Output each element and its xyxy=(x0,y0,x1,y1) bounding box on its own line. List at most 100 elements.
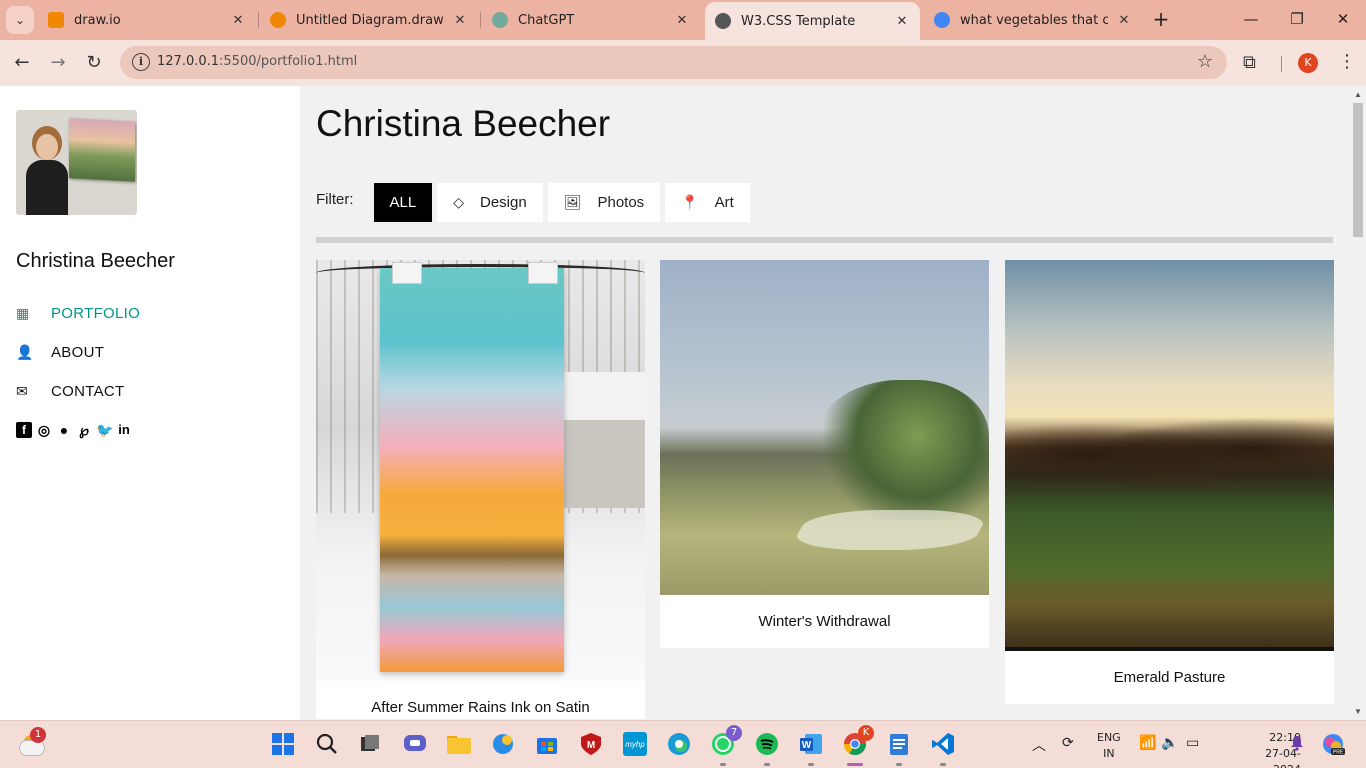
sidebar-item-contact[interactable]: ✉ CONTACT xyxy=(16,372,276,411)
scrollbar-thumb[interactable] xyxy=(1353,103,1363,237)
envelope-icon: ✉ xyxy=(16,383,29,399)
vscode-icon[interactable] xyxy=(930,731,956,757)
wifi-icon[interactable]: 📶 xyxy=(1139,735,1156,751)
filter-photos-button[interactable]: 🖼 Photos xyxy=(547,183,661,222)
filter-all-button[interactable]: ALL xyxy=(373,183,433,222)
site-info-icon[interactable]: i xyxy=(132,53,150,71)
drawio-favicon-icon xyxy=(48,12,64,28)
language-indicator[interactable]: ENG IN xyxy=(1097,730,1121,762)
artwork-image xyxy=(660,260,989,595)
tab-w3css-template[interactable]: W3.CSS Template ✕ xyxy=(705,2,920,40)
svg-text:M: M xyxy=(587,740,595,751)
minimize-button[interactable]: — xyxy=(1228,8,1274,30)
svg-text:myhp: myhp xyxy=(625,740,645,749)
tab-search-button[interactable]: ⌄ xyxy=(6,6,34,34)
snapchat-icon[interactable]: ● xyxy=(56,422,72,438)
battery-icon[interactable]: ▭ xyxy=(1186,735,1199,751)
filter-art-button[interactable]: 📍 Art xyxy=(665,183,750,222)
page-title: Christina Beecher xyxy=(316,103,611,144)
portfolio-card[interactable]: Emerald Pasture xyxy=(1005,260,1334,704)
extensions-puzzle-icon[interactable]: ⧉ xyxy=(1243,52,1256,73)
edge-icon[interactable] xyxy=(666,731,692,757)
bookmark-star-icon[interactable]: ☆ xyxy=(1197,51,1213,72)
spotify-icon[interactable] xyxy=(754,731,780,757)
diamond-icon: ◇ xyxy=(453,194,464,210)
scroll-down-arrow-icon[interactable]: ▼ xyxy=(1354,707,1362,716)
chatgpt-favicon-icon xyxy=(492,12,508,28)
sync-icon[interactable]: ⟳ xyxy=(1062,735,1074,751)
close-tab-icon[interactable]: ✕ xyxy=(452,13,468,28)
browser-tab-strip: ⌄ draw.io ✕ Untitled Diagram.drawio - d … xyxy=(0,0,1366,40)
whatsapp-icon[interactable]: 7 xyxy=(710,725,742,757)
portfolio-card[interactable]: After Summer Rains Ink on Satin xyxy=(316,260,645,719)
instagram-icon[interactable]: ◎ xyxy=(36,422,52,438)
globe-favicon-icon xyxy=(715,13,731,29)
user-icon: 👤 xyxy=(16,344,34,360)
weather-app-icon[interactable] xyxy=(490,731,516,757)
start-windows-icon[interactable] xyxy=(270,731,296,757)
close-window-button[interactable]: ✕ xyxy=(1320,8,1366,30)
address-bar[interactable]: i 127.0.0.1:5500/portfolio1.html ☆ xyxy=(120,46,1227,79)
forward-button[interactable]: → xyxy=(45,50,71,76)
main-content: Christina Beecher Filter: ALL ◇ Design 🖼… xyxy=(300,86,1350,720)
notification-bell-icon[interactable] xyxy=(1290,735,1304,751)
new-tab-button[interactable]: + xyxy=(1150,8,1172,30)
show-hidden-icons-chevron-icon[interactable]: ︿ xyxy=(1032,735,1046,755)
word-icon[interactable]: W xyxy=(798,731,824,757)
profile-avatar[interactable]: K xyxy=(1298,53,1318,73)
chrome-icon[interactable]: K xyxy=(842,725,874,757)
search-icon[interactable] xyxy=(314,731,340,757)
close-tab-icon[interactable]: ✕ xyxy=(230,13,246,28)
mcafee-icon[interactable]: M xyxy=(578,731,604,757)
section-divider xyxy=(316,237,1333,243)
twitter-icon[interactable]: 🐦 xyxy=(96,422,113,438)
microsoft-store-icon[interactable] xyxy=(534,731,560,757)
tab-title: what vegetables that can gr xyxy=(960,12,1108,28)
linkedin-icon[interactable]: in xyxy=(116,422,132,438)
task-view-icon[interactable] xyxy=(357,731,383,757)
chrome-profile-badge: K xyxy=(858,725,874,741)
tab-title: Untitled Diagram.drawio - d xyxy=(296,12,444,28)
filter-label-text: Art xyxy=(714,194,734,211)
tab-untitled-diagram[interactable]: Untitled Diagram.drawio - d ✕ xyxy=(260,4,478,36)
myhp-icon[interactable]: myhp xyxy=(622,731,648,757)
notepad-icon[interactable] xyxy=(886,731,912,757)
weather-widget[interactable]: 1 xyxy=(18,727,46,759)
filter-label: Filter: xyxy=(316,191,354,208)
back-button[interactable]: ← xyxy=(9,50,35,76)
file-explorer-icon[interactable] xyxy=(446,731,472,757)
weather-badge: 1 xyxy=(30,727,46,743)
whatsapp-badge: 7 xyxy=(726,725,742,741)
map-marker-icon: 📍 xyxy=(681,194,699,210)
web-page: Christina Beecher ▦ PORTFOLIO 👤 ABOUT ✉ … xyxy=(0,86,1366,720)
sidebar-item-about[interactable]: 👤 ABOUT xyxy=(16,333,276,372)
copilot-icon[interactable]: PRE xyxy=(1320,731,1346,757)
tab-drawio[interactable]: draw.io ✕ xyxy=(38,4,256,36)
volume-icon[interactable]: 🔈 xyxy=(1161,735,1178,751)
artwork-image xyxy=(1005,260,1334,651)
restore-button[interactable]: ❐ xyxy=(1274,8,1320,30)
reload-button[interactable]: ↻ xyxy=(81,50,107,76)
close-tab-icon[interactable]: ✕ xyxy=(1116,13,1132,28)
sidebar-nav: ▦ PORTFOLIO 👤 ABOUT ✉ CONTACT xyxy=(16,294,276,411)
scroll-up-arrow-icon[interactable]: ▲ xyxy=(1354,90,1362,99)
teams-chat-icon[interactable] xyxy=(402,731,428,757)
photo-icon: 🖼 xyxy=(563,194,582,210)
pinterest-icon[interactable]: ℘ xyxy=(76,422,92,438)
sidebar-item-portfolio[interactable]: ▦ PORTFOLIO xyxy=(16,294,276,333)
tab-chatgpt[interactable]: ChatGPT ✕ xyxy=(482,4,700,36)
profile-photo xyxy=(16,110,137,215)
close-tab-icon[interactable]: ✕ xyxy=(894,14,910,29)
sidebar-item-label: ABOUT xyxy=(51,344,105,361)
filter-design-button[interactable]: ◇ Design xyxy=(437,183,543,222)
page-scrollbar[interactable]: ▲ ▼ xyxy=(1350,86,1366,720)
url-text[interactable]: 127.0.0.1:5500/portfolio1.html xyxy=(157,54,357,69)
browser-menu-icon[interactable]: ⋮ xyxy=(1338,52,1356,72)
windows-taskbar: 1 M myhp 7 W K ︿ ⟳ ENG IN 📶 🔈 ▭ 22:10 27… xyxy=(0,720,1366,768)
facebook-icon[interactable]: f xyxy=(16,422,32,438)
portfolio-card[interactable]: Winter's Withdrawal xyxy=(660,260,989,648)
close-tab-icon[interactable]: ✕ xyxy=(674,13,690,28)
filter-bar: Filter: ALL ◇ Design 🖼 Photos 📍 Art xyxy=(316,183,755,222)
tab-title: W3.CSS Template xyxy=(741,13,856,29)
tab-google-search[interactable]: what vegetables that can gr ✕ xyxy=(924,4,1142,36)
